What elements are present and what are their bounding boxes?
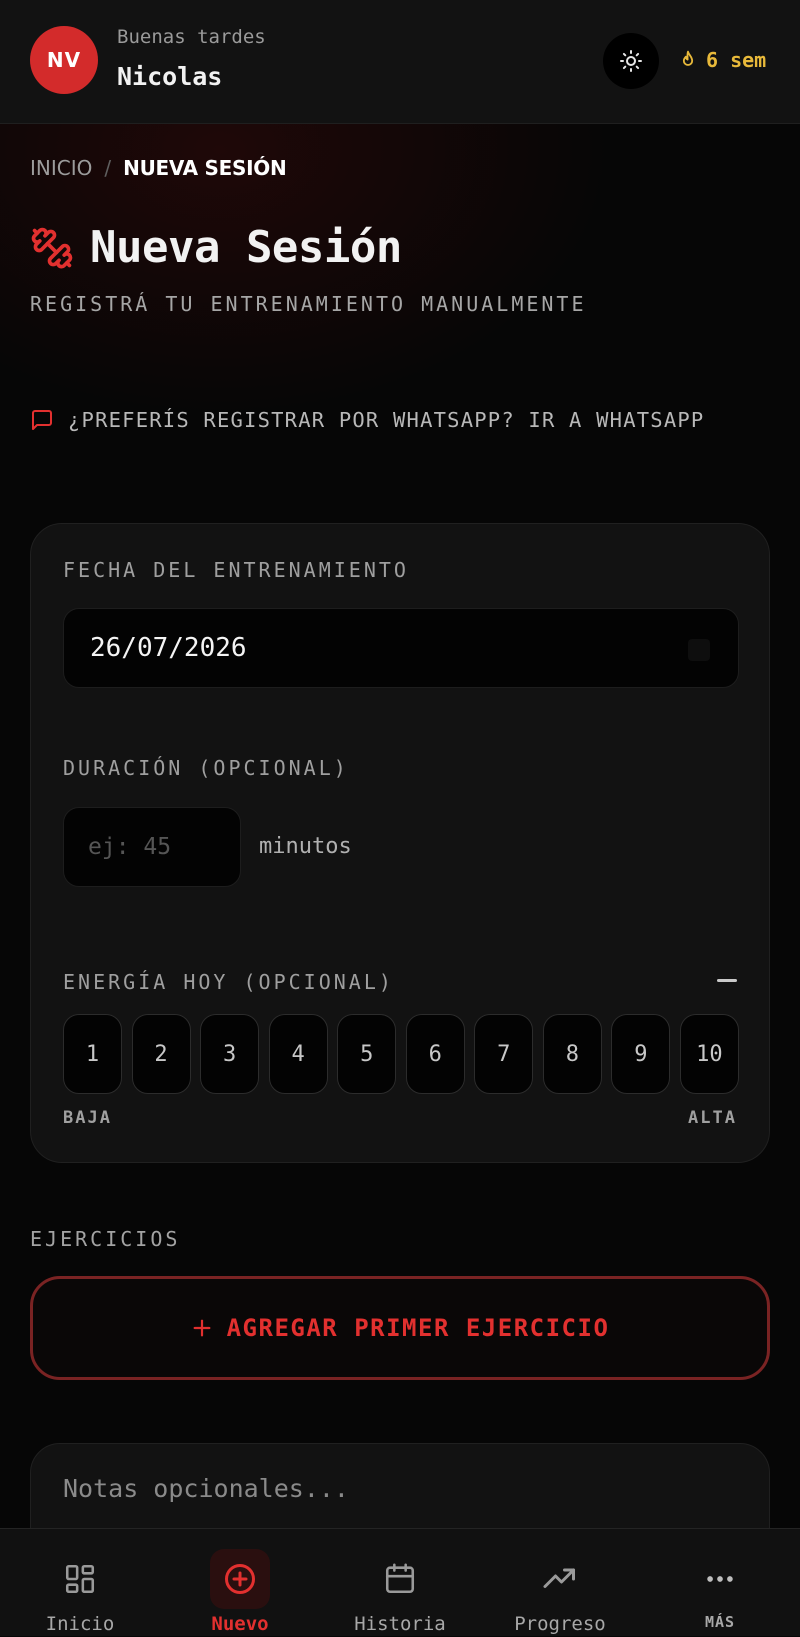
date-picker-icon[interactable] (688, 639, 710, 661)
avatar[interactable]: NV (30, 26, 98, 94)
date-value: 26/07/2026 (90, 633, 247, 663)
nav-item-mas[interactable]: MÁS (640, 1529, 800, 1637)
whatsapp-link-text: ¿PREFERÍS REGISTRAR POR WHATSAPP? IR A W… (68, 408, 705, 432)
nav-item-historia[interactable]: Historia (320, 1529, 480, 1637)
page-title: Nueva Sesión (90, 222, 402, 273)
energy-clear-button[interactable] (717, 979, 737, 982)
sun-icon (620, 50, 642, 72)
message-square-icon (32, 410, 52, 430)
plus-icon (193, 1319, 211, 1337)
trending-up-icon (530, 1549, 590, 1609)
date-label: FECHA DEL ENTRENAMIENTO (63, 558, 409, 582)
session-form-card: FECHA DEL ENTRENAMIENTO 26/07/2026 DURAC… (30, 523, 770, 1163)
nav-label: Historia (354, 1613, 446, 1635)
breadcrumb-current: NUEVA SESIÓN (123, 156, 287, 180)
breadcrumb: INICIO / NUEVA SESIÓN (30, 156, 287, 180)
nav-label: Nuevo (211, 1613, 269, 1635)
user-name: Nicolas (117, 62, 223, 91)
add-exercise-label: AGREGAR PRIMER EJERCICIO (226, 1314, 610, 1342)
calendar-icon (370, 1549, 430, 1609)
duration-unit: minutos (259, 834, 352, 859)
nav-item-progreso[interactable]: Progreso (480, 1529, 640, 1637)
energy-label: ENERGÍA HOY (OPCIONAL) (63, 970, 394, 994)
duration-label: DURACIÓN (OPCIONAL) (63, 756, 349, 780)
energy-low-label: BAJA (63, 1108, 112, 1128)
duration-placeholder: ej: 45 (88, 834, 172, 860)
greeting-text: Buenas tardes (117, 26, 266, 48)
nav-label: MÁS (704, 1613, 736, 1631)
notes-placeholder: Notas opcionales... (63, 1474, 349, 1503)
nav-item-nuevo[interactable]: Nuevo (160, 1529, 320, 1637)
streak-text: 6 sem (706, 48, 767, 72)
exercises-section-label: EJERCICIOS (30, 1227, 181, 1251)
energy-level-button[interactable]: 5 (337, 1014, 397, 1094)
breadcrumb-separator: / (104, 156, 112, 180)
breadcrumb-home-link[interactable]: INICIO (30, 156, 92, 180)
plus-circle-icon (210, 1549, 270, 1609)
energy-level-button[interactable]: 2 (131, 1014, 191, 1094)
page-subtitle: REGISTRÁ TU ENTRENAMIENTO MANUALMENTE (30, 292, 587, 316)
bottom-navigation: Inicio Nuevo Historia Progreso MÁS (0, 1528, 800, 1636)
add-exercise-button[interactable]: AGREGAR PRIMER EJERCICIO (30, 1276, 770, 1380)
date-input[interactable]: 26/07/2026 (63, 608, 739, 688)
whatsapp-link[interactable]: ¿PREFERÍS REGISTRAR POR WHATSAPP? IR A W… (30, 408, 704, 432)
app-header: NV Buenas tardes Nicolas 6 sem (0, 0, 800, 124)
energy-high-label: ALTA (688, 1108, 737, 1128)
energy-level-button[interactable]: 6 (405, 1014, 465, 1094)
energy-level-button[interactable]: 9 (611, 1014, 671, 1094)
nav-label: Inicio (45, 1613, 115, 1635)
theme-toggle-button[interactable] (603, 33, 659, 89)
energy-level-button[interactable]: 4 (268, 1014, 328, 1094)
flame-icon (682, 50, 694, 66)
nav-item-inicio[interactable]: Inicio (0, 1529, 160, 1637)
energy-level-button[interactable]: 3 (200, 1014, 260, 1094)
dumbbell-icon (31, 227, 73, 268)
energy-level-button[interactable]: 7 (474, 1014, 534, 1094)
grid-icon (50, 1549, 110, 1609)
streak-badge: 6 sem (678, 48, 766, 72)
energy-level-button[interactable]: 10 (679, 1014, 739, 1094)
energy-selector: 1 2 3 4 5 6 7 8 9 10 (63, 1014, 739, 1094)
energy-level-button[interactable]: 1 (63, 1014, 122, 1094)
nav-label: Progreso (514, 1613, 606, 1635)
energy-level-button[interactable]: 8 (542, 1014, 602, 1094)
page-title-row: Nueva Sesión (30, 222, 402, 273)
more-dots-icon (690, 1549, 750, 1609)
duration-input[interactable]: ej: 45 (63, 807, 241, 887)
